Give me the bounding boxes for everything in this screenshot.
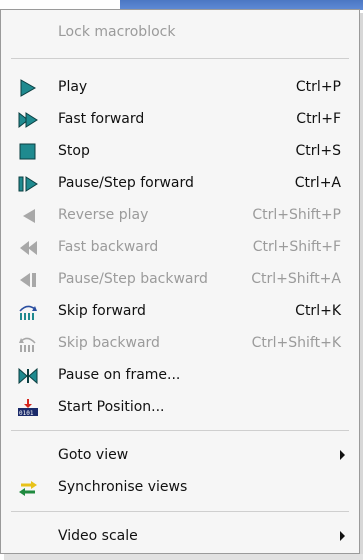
menu-item-pause-step-backward[interactable]: Pause/Step backward Ctrl+Shift+A <box>1 264 359 296</box>
menu-item-label: Goto view <box>58 447 129 463</box>
menu-item-label: Skip forward <box>58 303 146 319</box>
menu-item-shortcut: Ctrl+Shift+P <box>252 207 341 223</box>
menu-item-shortcut: Ctrl+S <box>295 143 341 159</box>
menu-item-label: Lock macroblock <box>58 24 176 40</box>
menu-item-play[interactable]: Play Ctrl+P <box>1 72 359 104</box>
menu-item-label: Pause/Step forward <box>58 175 194 191</box>
fast-backward-icon <box>17 239 39 257</box>
menu-item-label: Pause on frame... <box>58 367 181 383</box>
menu-item-label: Fast backward <box>58 239 159 255</box>
menu-item-label: Video scale <box>58 528 138 544</box>
menu-item-synchronise-views[interactable]: Synchronise views <box>1 472 359 504</box>
menu-item-shortcut: Ctrl+Shift+K <box>251 335 341 351</box>
pause-on-frame-icon <box>17 367 39 385</box>
submenu-arrow-icon <box>340 450 345 460</box>
menu-item-video-scale[interactable]: Video scale <box>1 521 359 553</box>
synchronise-views-icon <box>17 479 39 497</box>
pause-step-forward-icon <box>17 175 39 193</box>
menu-item-lock-macroblock[interactable]: Lock macroblock <box>1 17 359 49</box>
context-menu: Lock macroblock Play Ctrl+P Fast forward… <box>0 9 360 554</box>
menu-item-shortcut: Ctrl+Shift+F <box>252 239 341 255</box>
pause-step-backward-icon <box>17 271 39 289</box>
menu-separator <box>11 511 349 512</box>
menu-item-start-position[interactable]: 0101 Start Position... <box>1 392 359 424</box>
play-icon <box>17 79 39 97</box>
menu-item-label: Fast forward <box>58 111 145 127</box>
menu-separator <box>11 58 349 59</box>
stop-icon <box>17 143 39 161</box>
reverse-play-icon <box>17 207 39 225</box>
menu-item-pause-on-frame[interactable]: Pause on frame... <box>1 360 359 392</box>
submenu-arrow-icon <box>340 531 345 541</box>
menu-item-label: Synchronise views <box>58 479 188 495</box>
menu-item-fast-backward[interactable]: Fast backward Ctrl+Shift+F <box>1 232 359 264</box>
menu-item-shortcut: Ctrl+P <box>295 79 341 95</box>
start-position-icon: 0101 <box>17 399 39 417</box>
menu-item-label: Start Position... <box>58 399 165 415</box>
menu-item-goto-view[interactable]: Goto view <box>1 440 359 472</box>
menu-item-reverse-play[interactable]: Reverse play Ctrl+Shift+P <box>1 200 359 232</box>
svg-text:0101: 0101 <box>19 410 34 417</box>
menu-item-shortcut: Ctrl+K <box>295 303 341 319</box>
menu-item-label: Pause/Step backward <box>58 271 208 287</box>
menu-item-skip-backward[interactable]: Skip backward Ctrl+Shift+K <box>1 328 359 360</box>
menu-separator <box>11 430 349 431</box>
menu-item-shortcut: Ctrl+A <box>294 175 341 191</box>
menu-item-shortcut: Ctrl+F <box>296 111 341 127</box>
skip-forward-icon <box>17 303 39 321</box>
menu-item-label: Reverse play <box>58 207 149 223</box>
menu-item-skip-forward[interactable]: Skip forward Ctrl+K <box>1 296 359 328</box>
menu-item-label: Skip backward <box>58 335 160 351</box>
menu-item-pause-step-forward[interactable]: Pause/Step forward Ctrl+A <box>1 168 359 200</box>
menu-item-shortcut: Ctrl+Shift+A <box>251 271 341 287</box>
menu-item-stop[interactable]: Stop Ctrl+S <box>1 136 359 168</box>
fast-forward-icon <box>17 111 39 129</box>
menu-item-fast-forward[interactable]: Fast forward Ctrl+F <box>1 104 359 136</box>
skip-backward-icon <box>17 335 39 353</box>
menu-item-label: Stop <box>58 143 90 159</box>
menu-shadow-bottom <box>4 554 363 560</box>
menu-item-label: Play <box>58 79 88 95</box>
